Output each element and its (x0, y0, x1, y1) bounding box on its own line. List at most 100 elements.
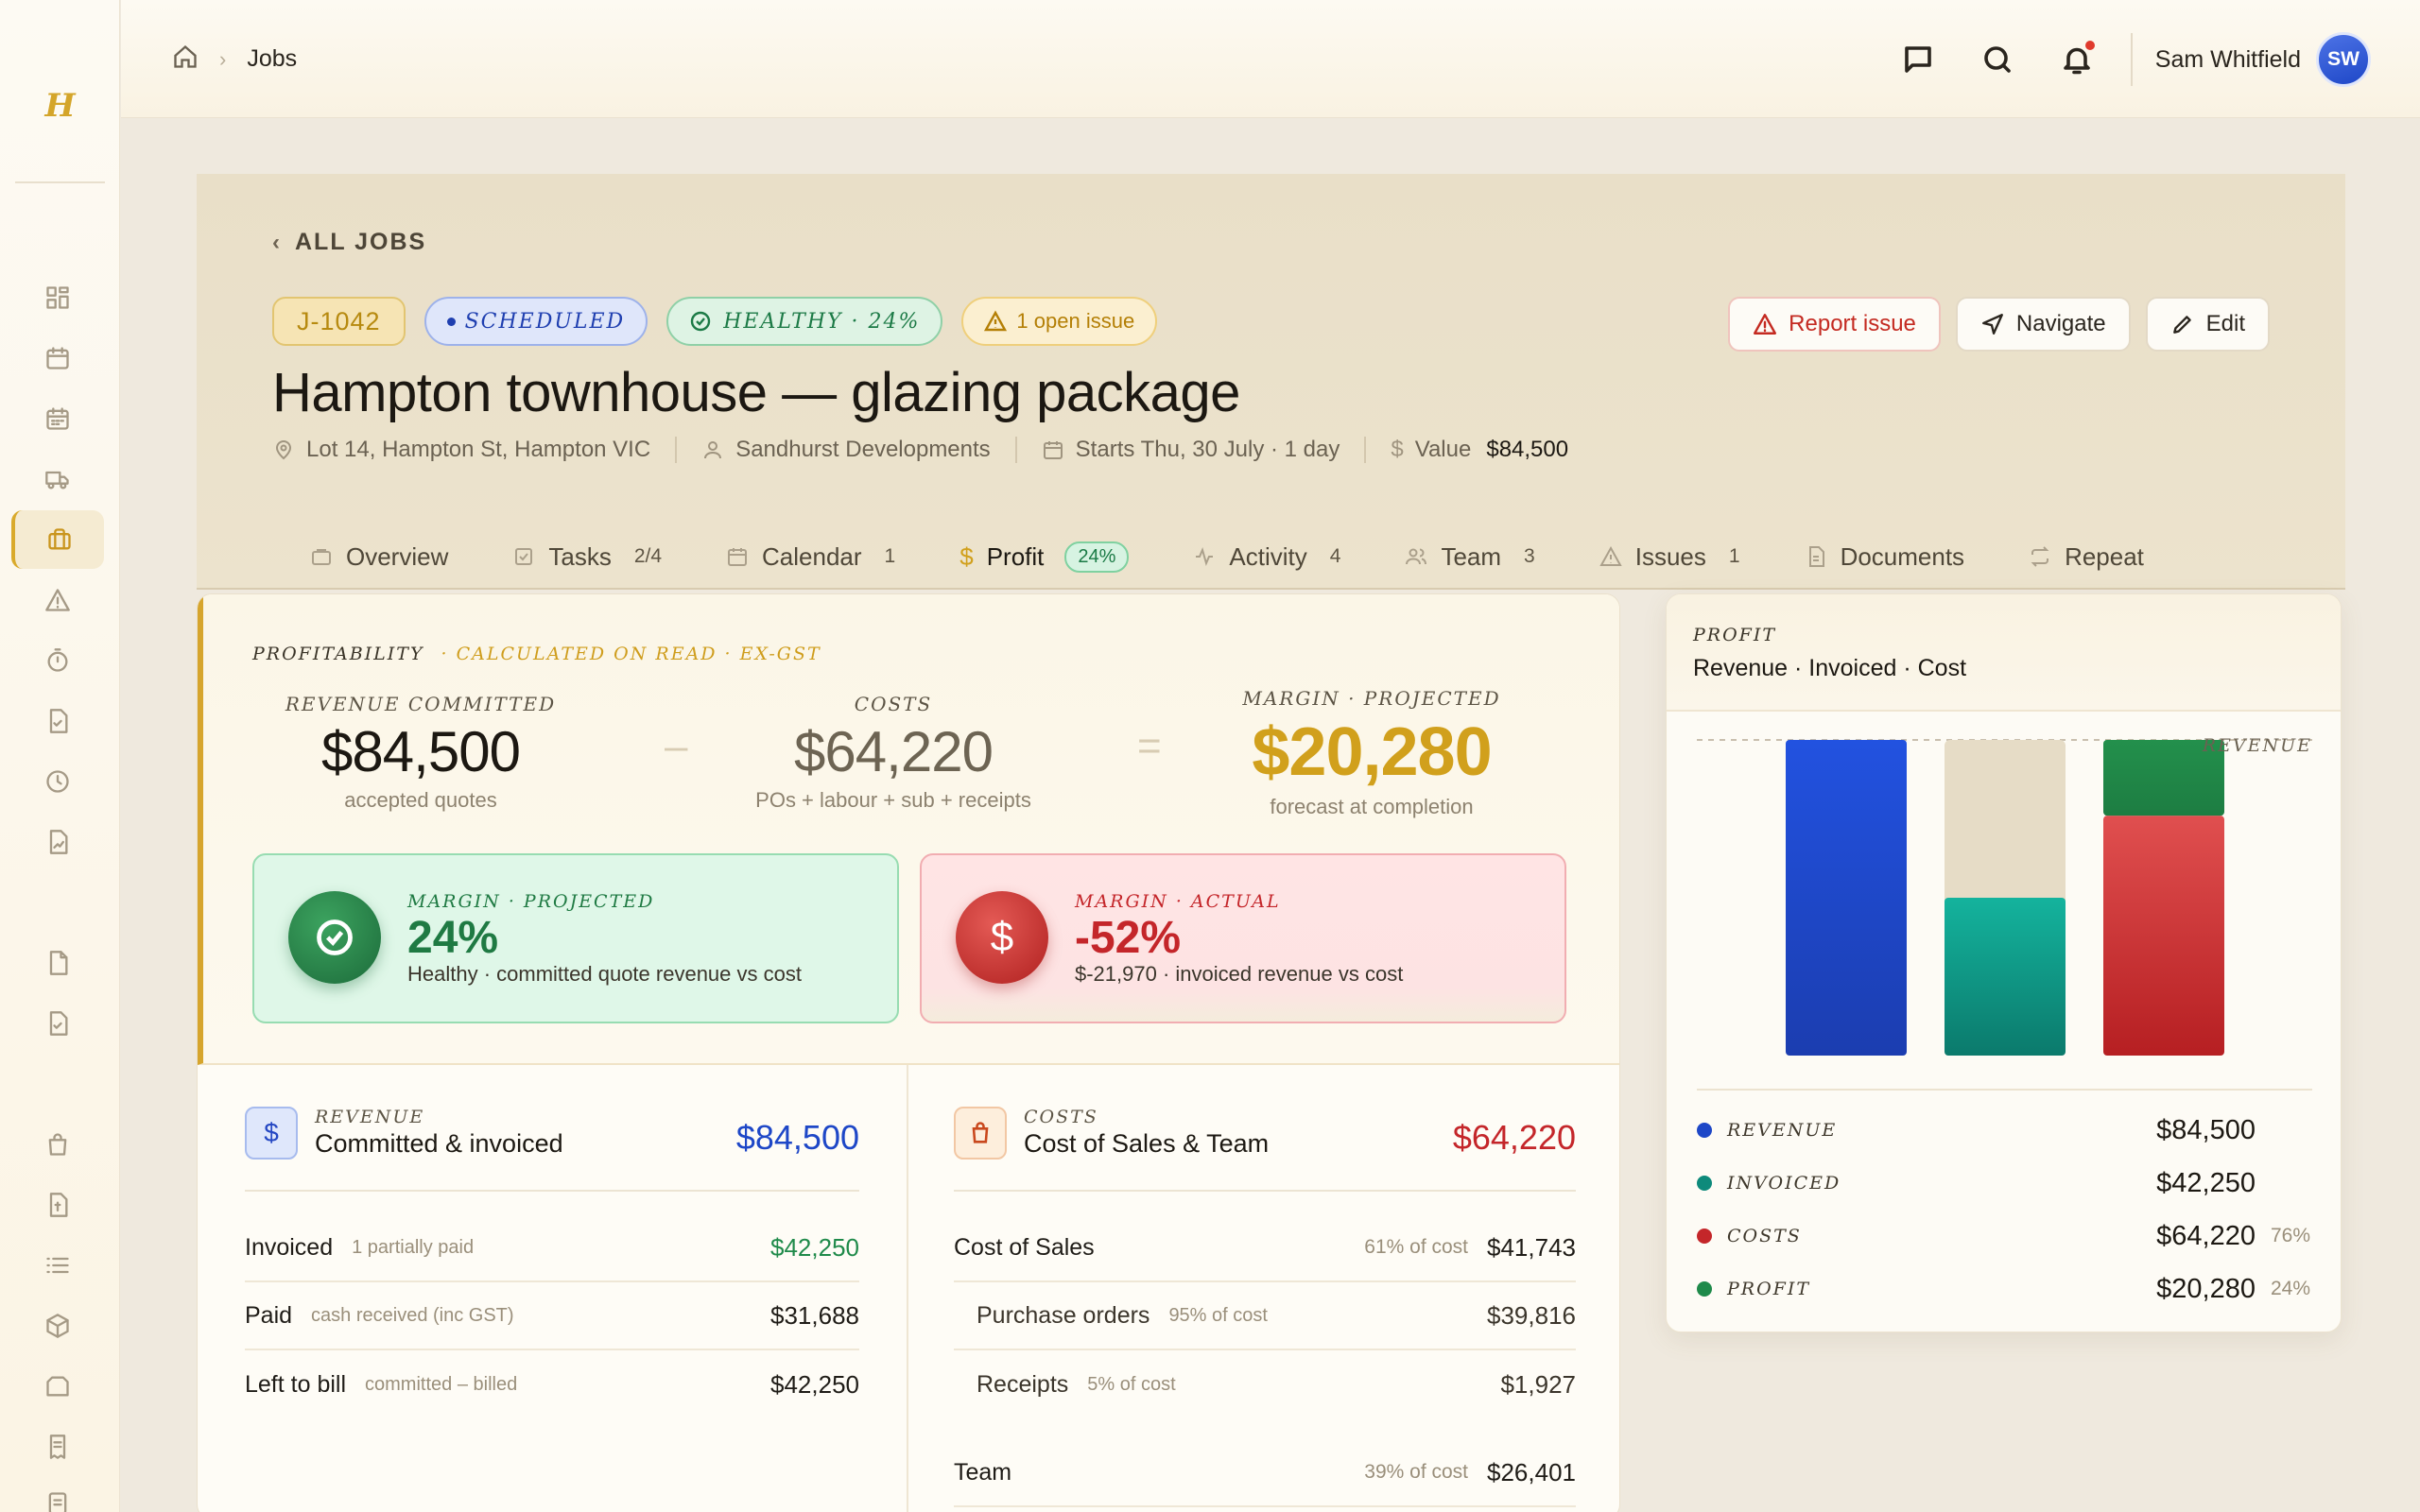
row-name: Cost of Sales (954, 1233, 1095, 1261)
revenue-panel: $ REVENUE Committed & invoiced $84,500 I… (198, 1065, 908, 1512)
row-amount: $39,816 (1487, 1300, 1576, 1330)
messages-icon[interactable] (1891, 32, 1945, 87)
check-circle-icon (691, 311, 711, 332)
meta-divider (1364, 437, 1367, 463)
table-row[interactable]: Team 39% of cost $26,401 (954, 1439, 1576, 1507)
tab-repeat[interactable]: Repeat (2006, 525, 2167, 588)
tab-count: 4 (1329, 545, 1341, 567)
margin-box-label: MARGIN · PROJECTED (407, 891, 655, 912)
costs-kpi: COSTS $64,220 POs + labour + sub + recei… (714, 693, 1073, 813)
sidebar-divider (15, 181, 105, 183)
home-icon[interactable] (172, 43, 199, 75)
meta-divider (675, 437, 678, 463)
tab-activity[interactable]: Activity 4 (1170, 525, 1363, 588)
job-value: $84,500 (1486, 437, 1569, 462)
file-icon[interactable] (11, 934, 104, 992)
tab-tasks[interactable]: Tasks 2/4 (490, 525, 684, 588)
bag-icon (954, 1107, 1007, 1160)
file-check-icon[interactable] (11, 994, 104, 1053)
box-icon[interactable] (11, 1297, 104, 1355)
report-issue-button[interactable]: Report issue (1728, 297, 1941, 352)
receipt-icon[interactable] (11, 1418, 104, 1476)
folder-icon[interactable] (11, 1357, 104, 1416)
tab-overview[interactable]: Overview (287, 525, 471, 588)
tab-issues[interactable]: Issues 1 (1577, 525, 1763, 588)
invoice-icon[interactable] (11, 1176, 104, 1234)
list-icon[interactable] (11, 1236, 104, 1295)
notifications-bell-icon[interactable] (2049, 32, 2104, 87)
tab-label: Documents (1840, 541, 1965, 571)
chart-label: PROFIT (1693, 625, 1777, 645)
tab-calendar[interactable]: Calendar 1 (703, 525, 918, 588)
chart-title: Revenue · Invoiced · Cost (1693, 655, 1967, 681)
report-icon[interactable] (11, 1474, 104, 1512)
row-amount: $1,927 (1500, 1369, 1576, 1399)
avatar[interactable]: SW (2316, 32, 2371, 87)
bag-icon[interactable] (11, 1115, 104, 1174)
clock-icon[interactable] (11, 752, 104, 811)
kpi-label: MARGIN · PROJECTED (1242, 687, 1501, 710)
document-chart-icon[interactable] (11, 813, 104, 871)
calendar-icon[interactable] (11, 329, 104, 387)
kpi-label: REVENUE COMMITTED (285, 693, 557, 715)
profit-chart-card: PROFIT Revenue · Invoiced · Cost REVENUE… (1666, 593, 2342, 1332)
tab-count: 1 (884, 545, 896, 567)
search-icon[interactable] (1970, 32, 2025, 87)
edit-button[interactable]: Edit (2145, 297, 2270, 352)
row-amount: $42,250 (770, 1369, 859, 1399)
open-issue-badge[interactable]: 1 open issue (961, 297, 1158, 346)
margin-box-label: MARGIN · ACTUAL (1075, 891, 1281, 912)
dollar-circle-icon: $ (956, 891, 1048, 984)
legend-value: $20,280 (2156, 1273, 2256, 1304)
calendar-icon (1043, 441, 1063, 459)
person-icon (704, 441, 722, 459)
edit-label: Edit (2205, 311, 2245, 336)
table-row[interactable]: Cost of Sales 61% of cost $41,743 (954, 1214, 1576, 1282)
app-logo[interactable]: H (0, 87, 120, 125)
status-dot-icon (446, 317, 456, 326)
warning-icon (1599, 545, 1622, 566)
dollar-icon: $ (959, 541, 974, 571)
tab-team[interactable]: Team 3 (1382, 525, 1557, 588)
table-row[interactable]: Left to bill committed – billed $42,250 (245, 1350, 859, 1418)
warning-icon[interactable] (11, 571, 104, 629)
status-badge: SCHEDULED (424, 297, 648, 346)
briefcase-icon[interactable] (11, 510, 104, 569)
table-row[interactable]: Receipts 5% of cost $1,927 (954, 1350, 1576, 1418)
margin-projected-kpi: MARGIN · PROJECTED $20,280 forecast at c… (1201, 687, 1542, 819)
dashboard-icon[interactable] (11, 268, 104, 327)
back-link-label: ALL JOBS (295, 229, 427, 255)
job-id-badge: J-1042 (272, 297, 406, 346)
job-tabs: Overview Tasks 2/4 Calendar 1 $ Profit 24% A… (287, 525, 2186, 597)
table-row[interactable]: Invoiced 1 partially paid $42,250 (245, 1214, 859, 1282)
costs-total: $64,220 (1452, 1118, 1576, 1157)
timer-icon[interactable] (11, 631, 104, 690)
tab-profit[interactable]: $ Profit 24% (937, 525, 1152, 597)
job-start-date: Starts Thu, 30 July · 1 day (1075, 437, 1340, 462)
topbar-divider (2130, 33, 2133, 86)
breadcrumb-current[interactable]: Jobs (247, 45, 297, 73)
table-row[interactable]: Purchase orders 95% of cost $39,816 (954, 1282, 1576, 1350)
legend-item: INVOICED $42,250 (1697, 1160, 2310, 1207)
navigate-button[interactable]: Navigate (1955, 297, 2131, 352)
schedule-icon[interactable] (11, 389, 104, 448)
tab-documents[interactable]: Documents (1782, 525, 1988, 588)
location-pin-icon (275, 440, 292, 460)
truck-icon[interactable] (11, 450, 104, 508)
row-pct: 95% of cost (1168, 1304, 1268, 1326)
table-row[interactable]: Paid cash received (inc GST) $31,688 (245, 1282, 859, 1350)
job-address[interactable]: Lot 14, Hampton St, Hampton VIC (306, 437, 650, 463)
health-badge-label: HEALTHY · 24% (723, 309, 921, 334)
job-client[interactable]: Sandhurst Developments (735, 437, 990, 463)
row-amount: $31,688 (770, 1300, 859, 1330)
legend-item: REVENUE $84,500 (1697, 1107, 2310, 1154)
pencil-icon (2172, 316, 2191, 334)
checklist-icon[interactable] (11, 692, 104, 750)
job-header: ‹ ALL JOBS J-1042 SCHEDULED HEALTHY · 24… (197, 174, 2345, 597)
job-meta: Lot 14, Hampton St, Hampton VIC Sandhurs… (272, 437, 1568, 463)
legend-item: PROFIT $20,280 24% (1697, 1265, 2310, 1313)
user-name[interactable]: Sam Whitfield (2155, 46, 2301, 74)
back-to-all-jobs-link[interactable]: ‹ ALL JOBS (272, 229, 426, 256)
bar-costs-cost (2103, 816, 2224, 1056)
row-name: Receipts (977, 1370, 1069, 1398)
